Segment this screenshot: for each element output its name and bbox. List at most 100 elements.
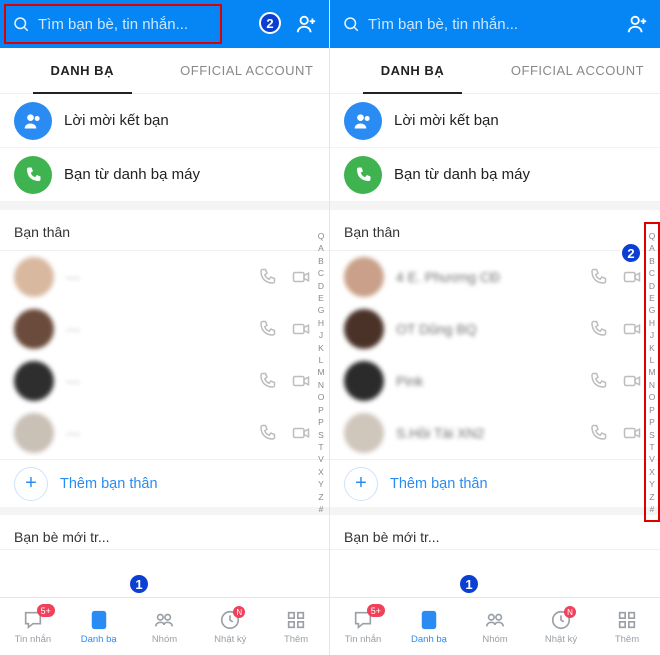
video-icon[interactable] [287, 367, 315, 395]
bottom-tab-messages[interactable]: 5+Tin nhắn [0, 598, 66, 655]
call-icon[interactable] [584, 367, 612, 395]
contact-row[interactable]: ··· [0, 355, 329, 407]
n-dot: N [564, 606, 576, 618]
az-letter[interactable]: D [318, 280, 324, 292]
az-letter[interactable]: Z [318, 491, 323, 503]
contact-row[interactable]: ··· [0, 303, 329, 355]
call-icon[interactable] [253, 263, 281, 291]
az-letter[interactable]: H [318, 317, 324, 329]
az-letter[interactable]: T [318, 441, 323, 453]
tab-official[interactable]: OFFICIAL ACCOUNT [495, 48, 660, 93]
az-letter[interactable]: P [649, 416, 655, 428]
az-letter[interactable]: M [317, 366, 324, 378]
az-letter[interactable]: K [649, 342, 655, 354]
az-letter[interactable]: O [318, 391, 325, 403]
row-phone-contacts[interactable]: Bạn từ danh bạ máy [0, 148, 329, 202]
add-user-icon[interactable] [626, 13, 648, 35]
az-letter[interactable]: M [648, 366, 655, 378]
az-letter[interactable]: C [649, 267, 655, 279]
az-letter[interactable]: Q [318, 230, 325, 242]
az-letter[interactable]: Z [649, 491, 654, 503]
search-field[interactable]: Tìm bạn bè, tin nhắn... [12, 15, 285, 33]
tab-contacts[interactable]: DANH BẠ [0, 48, 165, 93]
az-letter[interactable]: A [318, 242, 324, 254]
contact-row[interactable]: ··· [0, 407, 329, 459]
az-letter[interactable]: Y [649, 478, 655, 490]
az-letter[interactable]: N [318, 379, 324, 391]
contact-row[interactable]: 4 E. Phương CĐ [330, 251, 660, 303]
row-phone-contacts[interactable]: Bạn từ danh bạ máy [330, 148, 660, 202]
video-icon[interactable] [287, 419, 315, 447]
az-letter[interactable]: T [649, 441, 654, 453]
tab-contacts[interactable]: DANH BẠ [330, 48, 495, 93]
video-icon[interactable] [287, 315, 315, 343]
call-icon[interactable] [584, 315, 612, 343]
add-close-friend[interactable]: + Thêm bạn thân [0, 459, 329, 507]
az-letter[interactable]: # [319, 503, 324, 515]
video-icon[interactable] [287, 263, 315, 291]
az-letter[interactable]: P [318, 404, 324, 416]
video-icon[interactable] [618, 263, 646, 291]
az-index[interactable]: QABCDEGHJKLMNOPPSTVXYZ# [315, 230, 327, 515]
video-icon[interactable] [618, 315, 646, 343]
az-letter[interactable]: B [649, 255, 655, 267]
bottom-tab-groups[interactable]: Nhóm [462, 598, 528, 655]
call-icon[interactable] [253, 315, 281, 343]
az-letter[interactable]: E [649, 292, 655, 304]
az-letter[interactable]: A [649, 242, 655, 254]
call-icon[interactable] [584, 263, 612, 291]
az-letter[interactable]: J [650, 329, 654, 341]
az-letter[interactable]: K [318, 342, 324, 354]
az-index[interactable]: QABCDEGHJKLMNOPPSTVXYZ# [646, 230, 658, 515]
contact-row[interactable]: S.Hồi Tài XN2 [330, 407, 660, 459]
az-letter[interactable]: P [649, 404, 655, 416]
bottom-tab-timeline[interactable]: NNhật ký [197, 598, 263, 655]
contact-row[interactable]: ··· [0, 251, 329, 303]
row-friend-requests[interactable]: Lời mời kết bạn [0, 94, 329, 148]
az-letter[interactable]: X [318, 466, 324, 478]
az-letter[interactable]: H [649, 317, 655, 329]
bottom-tab-more[interactable]: Thêm [263, 598, 329, 655]
az-letter[interactable]: G [649, 304, 656, 316]
az-letter[interactable]: J [319, 329, 323, 341]
az-letter[interactable]: N [649, 379, 655, 391]
add-user-icon[interactable] [295, 13, 317, 35]
az-letter[interactable]: C [318, 267, 324, 279]
call-icon[interactable] [253, 367, 281, 395]
az-letter[interactable]: # [650, 503, 655, 515]
tab-official[interactable]: OFFICIAL ACCOUNT [165, 48, 330, 93]
call-icon[interactable] [584, 419, 612, 447]
call-icon[interactable] [253, 419, 281, 447]
bottom-tab-groups[interactable]: Nhóm [132, 598, 198, 655]
az-letter[interactable]: O [649, 391, 656, 403]
az-letter[interactable]: X [649, 466, 655, 478]
contact-row[interactable]: OT Dũng BQ [330, 303, 660, 355]
section-close-friends: Bạn thân [0, 202, 329, 251]
add-close-friend[interactable]: + Thêm bạn thân [330, 459, 660, 507]
row-friend-requests[interactable]: Lời mời kết bạn [330, 94, 660, 148]
video-icon[interactable] [618, 367, 646, 395]
video-icon[interactable] [618, 419, 646, 447]
az-letter[interactable]: V [649, 453, 655, 465]
bottom-tab-messages[interactable]: 5+Tin nhắn [330, 598, 396, 655]
az-letter[interactable]: B [318, 255, 324, 267]
az-letter[interactable]: P [318, 416, 324, 428]
az-letter[interactable]: D [649, 280, 655, 292]
contact-row[interactable]: Pink [330, 355, 660, 407]
search-field[interactable]: Tìm bạn bè, tin nhắn... [342, 15, 616, 33]
az-letter[interactable]: Q [649, 230, 656, 242]
az-letter[interactable]: S [649, 429, 655, 441]
search-placeholder: Tìm bạn bè, tin nhắn... [368, 16, 616, 33]
az-letter[interactable]: E [318, 292, 324, 304]
az-letter[interactable]: V [318, 453, 324, 465]
az-letter[interactable]: L [650, 354, 655, 366]
bottom-tab-contacts[interactable]: Danh bạ [66, 598, 132, 655]
az-letter[interactable]: Y [318, 478, 324, 490]
bottom-tab-contacts[interactable]: Danh bạ [396, 598, 462, 655]
az-letter[interactable]: L [319, 354, 324, 366]
contact-name: Pink [396, 373, 578, 389]
bottom-tab-more[interactable]: Thêm [594, 598, 660, 655]
az-letter[interactable]: G [318, 304, 325, 316]
bottom-tab-timeline[interactable]: NNhật ký [528, 598, 594, 655]
az-letter[interactable]: S [318, 429, 324, 441]
